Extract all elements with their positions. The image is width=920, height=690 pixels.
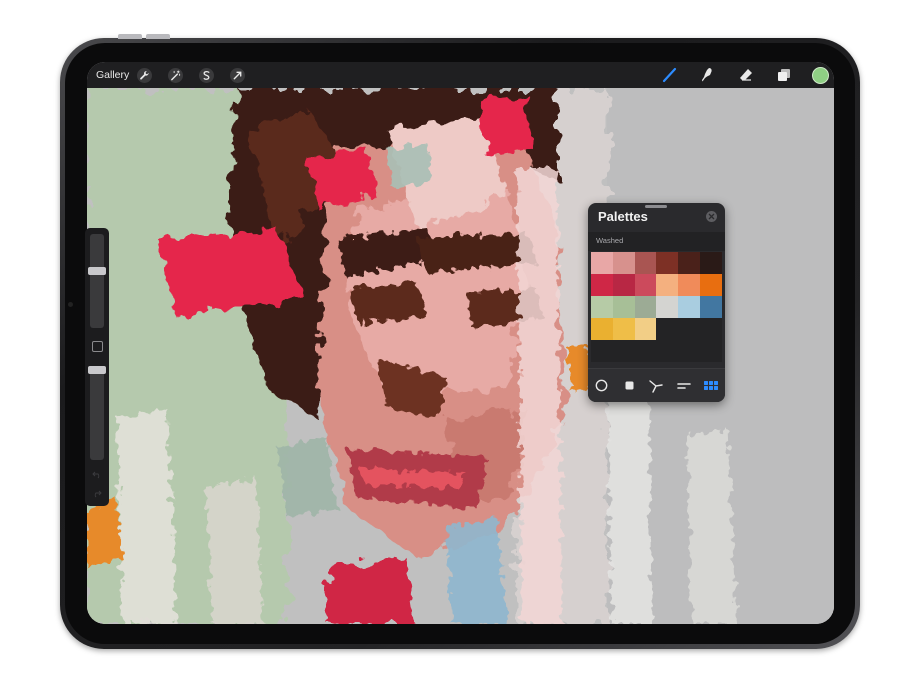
- opacity-slider[interactable]: [90, 366, 104, 460]
- wrench-icon[interactable]: [137, 67, 153, 83]
- color-swatch[interactable]: [700, 296, 722, 318]
- magic-wand-icon[interactable]: [168, 67, 184, 83]
- empty-swatch[interactable]: [634, 340, 657, 362]
- disc-icon[interactable]: [594, 378, 610, 394]
- color-mode-tabs: [588, 368, 725, 402]
- color-swatch[interactable]: [678, 296, 701, 318]
- color-swatch[interactable]: [612, 296, 635, 318]
- layers-icon[interactable]: [774, 65, 794, 85]
- color-swatch[interactable]: [634, 274, 657, 296]
- volume-button: [146, 34, 170, 39]
- palette-name: Washed: [596, 236, 624, 245]
- square-icon[interactable]: [621, 378, 637, 394]
- empty-swatch[interactable]: [678, 318, 701, 340]
- camera: [68, 302, 73, 307]
- harmony-icon[interactable]: [648, 378, 664, 394]
- gallery-button[interactable]: Gallery: [96, 69, 129, 81]
- color-swatch[interactable]: [591, 274, 613, 296]
- close-icon[interactable]: [706, 211, 717, 222]
- selection-icon[interactable]: [199, 67, 215, 83]
- brush-size-thumb[interactable]: [88, 266, 106, 275]
- panel-title: Palettes: [598, 209, 648, 224]
- color-picker-button[interactable]: [812, 66, 829, 84]
- smudge-icon[interactable]: [698, 65, 718, 85]
- color-swatch[interactable]: [591, 296, 613, 318]
- panel-grabber[interactable]: [645, 205, 667, 208]
- top-toolbar: Gallery: [87, 62, 834, 88]
- empty-swatch[interactable]: [591, 340, 613, 362]
- color-swatch[interactable]: [678, 252, 701, 274]
- transform-icon[interactable]: [230, 67, 246, 83]
- color-swatch[interactable]: [612, 318, 635, 340]
- empty-swatch[interactable]: [678, 340, 701, 362]
- color-swatch[interactable]: [612, 274, 635, 296]
- opacity-thumb[interactable]: [88, 366, 106, 374]
- color-swatch[interactable]: [656, 252, 679, 274]
- color-swatch[interactable]: [612, 252, 635, 274]
- empty-swatch[interactable]: [656, 318, 679, 340]
- brush-icon[interactable]: [660, 65, 680, 85]
- redo-icon[interactable]: [92, 490, 102, 498]
- value-icon[interactable]: [676, 378, 692, 394]
- palettes-panel: Palettes Washed: [588, 203, 725, 402]
- eraser-icon[interactable]: [736, 65, 756, 85]
- color-swatch[interactable]: [634, 318, 657, 340]
- color-swatch[interactable]: [591, 252, 613, 274]
- modify-button[interactable]: [92, 341, 103, 352]
- color-swatch[interactable]: [700, 274, 722, 296]
- empty-swatch[interactable]: [656, 340, 679, 362]
- color-swatch[interactable]: [700, 252, 722, 274]
- palette-header[interactable]: Washed: [588, 232, 725, 251]
- undo-icon[interactable]: [92, 471, 102, 479]
- palettes-grid-icon[interactable]: [703, 378, 719, 394]
- color-swatch[interactable]: [656, 274, 679, 296]
- color-swatch[interactable]: [634, 252, 657, 274]
- empty-swatch[interactable]: [612, 340, 635, 362]
- empty-swatch[interactable]: [700, 340, 722, 362]
- paint-tools: [660, 65, 834, 85]
- color-swatch[interactable]: [634, 296, 657, 318]
- side-bar: [85, 228, 109, 506]
- volume-button: [118, 34, 142, 39]
- color-swatch[interactable]: [656, 296, 679, 318]
- brush-size-slider[interactable]: [90, 234, 104, 328]
- empty-swatch[interactable]: [700, 318, 722, 340]
- swatch-grid: [591, 252, 722, 362]
- color-swatch[interactable]: [591, 318, 613, 340]
- color-swatch[interactable]: [678, 274, 701, 296]
